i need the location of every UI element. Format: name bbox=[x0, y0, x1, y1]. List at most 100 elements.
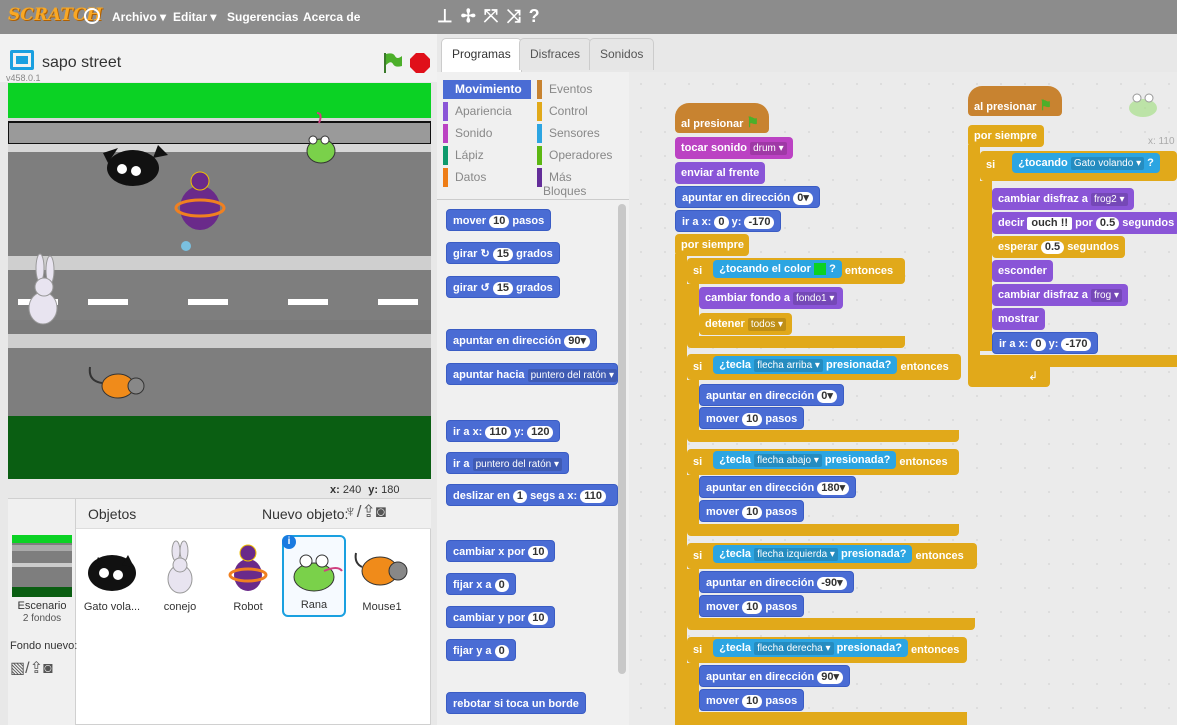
block-goto[interactable]: ir a puntero del ratón ▾ bbox=[446, 452, 569, 474]
category-movimiento[interactable]: Movimiento bbox=[443, 80, 531, 99]
block-goto-xy[interactable]: ir a x: 0 y: -170 bbox=[992, 332, 1099, 354]
category-datos[interactable]: Datos bbox=[443, 168, 531, 187]
block-wait[interactable]: esperar 0.5 segundos bbox=[992, 236, 1126, 258]
block-show[interactable]: mostrar bbox=[992, 308, 1045, 330]
block-move[interactable]: mover 10 pasos bbox=[699, 689, 805, 711]
globe-icon[interactable] bbox=[84, 8, 100, 24]
block-move[interactable]: mover 10 pasos bbox=[699, 595, 805, 617]
x-label: x: bbox=[330, 484, 340, 496]
new-sprite-tools: ♆/⇪◙ bbox=[344, 502, 386, 522]
block-point-direction[interactable]: apuntar en dirección -90▾ bbox=[699, 571, 854, 593]
block-bounce[interactable]: rebotar si toca un borde bbox=[446, 692, 586, 714]
block-change-x[interactable]: cambiar x por 10 bbox=[446, 540, 556, 562]
block-set-y[interactable]: fijar y a 0 bbox=[446, 639, 516, 661]
shrink-icon[interactable]: ⤨ bbox=[506, 6, 528, 26]
block-if-key-left[interactable]: si ¿tecla flecha izquierda ▾ presionada?… bbox=[687, 543, 977, 569]
block-switch-costume[interactable]: cambiar disfraz a frog ▾ bbox=[992, 284, 1128, 306]
block-point-direction[interactable]: apuntar en dirección 90▾ bbox=[446, 329, 598, 351]
category-lapiz[interactable]: Lápiz bbox=[443, 146, 531, 165]
block-point-towards[interactable]: apuntar hacia puntero del ratón ▾ bbox=[446, 363, 618, 385]
menu-acerca[interactable]: Acerca de bbox=[303, 10, 360, 24]
sprites-title: Objetos bbox=[88, 506, 137, 522]
touching-condition[interactable]: ¿tocando Gato volando ▾ ? bbox=[1012, 153, 1160, 173]
block-say-for-secs[interactable]: decir ouch !! por 0.5 segundos bbox=[992, 212, 1177, 234]
block-if-key-down[interactable]: si ¿tecla flecha abajo ▾ presionada? ent… bbox=[687, 449, 959, 475]
key-pressed-condition[interactable]: ¿tecla flecha abajo ▾ presionada? bbox=[713, 451, 897, 469]
block-switch-costume[interactable]: cambiar disfraz a frog2 ▾ bbox=[992, 188, 1134, 210]
sprite-tile-mouse[interactable]: Mouse1 bbox=[350, 535, 414, 617]
menu-editar[interactable]: Editar ▾ bbox=[173, 10, 216, 24]
category-operadores[interactable]: Operadores bbox=[537, 146, 623, 165]
block-goto-xy[interactable]: ir a x: 110 y: 120 bbox=[446, 420, 561, 442]
fullscreen-icon[interactable] bbox=[10, 50, 34, 70]
help-icon[interactable]: ? bbox=[529, 6, 548, 26]
block-set-x[interactable]: fijar x a 0 bbox=[446, 573, 516, 595]
block-if-touching-color[interactable]: si ¿tocando el color ? entonces bbox=[687, 258, 905, 284]
project-title[interactable]: sapo street bbox=[42, 54, 121, 72]
block-go-to-front[interactable]: enviar al frente bbox=[675, 162, 766, 184]
sprite-tile-gato[interactable]: Gato vola... bbox=[80, 535, 144, 617]
paint-backdrop-icon[interactable]: ▧ bbox=[10, 660, 25, 677]
category-sonido[interactable]: Sonido bbox=[443, 124, 531, 143]
key-pressed-condition[interactable]: ¿tecla flecha izquierda ▾ presionada? bbox=[713, 545, 913, 563]
category-selector: Movimiento Apariencia Sonido Lápiz Datos… bbox=[443, 80, 623, 198]
block-glide[interactable]: deslizar en 1 segs a x: 110 bbox=[446, 484, 618, 506]
tab-programas[interactable]: Programas bbox=[441, 38, 522, 72]
stage-thumbnail[interactable] bbox=[12, 535, 72, 597]
touching-color-condition[interactable]: ¿tocando el color ? bbox=[713, 260, 842, 278]
if-foot bbox=[687, 618, 975, 630]
category-sensores[interactable]: Sensores bbox=[537, 124, 623, 143]
block-stop[interactable]: detener todos ▾ bbox=[699, 313, 793, 335]
key-pressed-condition[interactable]: ¿tecla flecha arriba ▾ presionada? bbox=[713, 356, 898, 374]
block-point-direction[interactable]: apuntar en dirección 90▾ bbox=[699, 665, 851, 687]
block-goto-xy[interactable]: ir a x: 0 y: -170 bbox=[675, 210, 782, 232]
toolbar-icons: ⊥✢⤧⤨? bbox=[437, 6, 548, 27]
menu-sugerencias[interactable]: Sugerencias bbox=[227, 10, 298, 24]
block-move[interactable]: mover 10 pasos bbox=[446, 209, 552, 231]
menu-archivo[interactable]: Archivo ▾ bbox=[112, 10, 166, 24]
sprite-tile-conejo[interactable]: conejo bbox=[148, 535, 212, 617]
stage-canvas[interactable] bbox=[8, 83, 431, 479]
block-turn-right[interactable]: girar ↻ 15 grados bbox=[446, 242, 560, 264]
category-control[interactable]: Control bbox=[537, 102, 623, 121]
block-play-sound[interactable]: tocar sonido drum ▾ bbox=[675, 137, 793, 159]
tab-sonidos[interactable]: Sonidos bbox=[589, 38, 655, 70]
block-move[interactable]: mover 10 pasos bbox=[699, 407, 805, 429]
duplicate-icon[interactable]: ⊥ bbox=[437, 6, 461, 26]
block-when-flag-clicked[interactable]: al presionar ⚑ bbox=[675, 103, 769, 133]
block-if-touching[interactable]: si ¿tocando Gato volando ▾ ? bbox=[980, 151, 1177, 181]
block-if-key-right[interactable]: si ¿tecla flecha derecha ▾ presionada? e… bbox=[687, 637, 967, 663]
camera-sprite-icon[interactable]: ◙ bbox=[376, 502, 386, 521]
category-label: Datos bbox=[455, 170, 487, 184]
key-pressed-condition[interactable]: ¿tecla flecha derecha ▾ presionada? bbox=[713, 639, 908, 657]
sprite-tile-rana[interactable]: i Rana bbox=[282, 535, 346, 617]
block-if-key-up[interactable]: si ¿tecla flecha arriba ▾ presionada? en… bbox=[687, 354, 961, 380]
block-hide[interactable]: esconder bbox=[992, 260, 1053, 282]
block-point-direction[interactable]: apuntar en dirección 0▾ bbox=[699, 384, 844, 406]
delete-icon[interactable]: ✢ bbox=[461, 6, 484, 26]
upload-backdrop-icon[interactable]: ⇪ bbox=[30, 660, 43, 677]
grow-icon[interactable]: ⤧ bbox=[484, 6, 506, 26]
info-icon[interactable]: i bbox=[282, 535, 296, 549]
block-when-flag-clicked[interactable]: al presionar ⚑ bbox=[968, 86, 1062, 116]
block-forever[interactable]: por siempre bbox=[968, 125, 1044, 147]
block-change-y[interactable]: cambiar y por 10 bbox=[446, 606, 556, 628]
block-turn-left[interactable]: girar ↺ 15 grados bbox=[446, 276, 560, 298]
tab-disfraces[interactable]: Disfraces bbox=[519, 38, 592, 70]
loop-arrow-icon: ↲ bbox=[1028, 369, 1039, 383]
category-eventos[interactable]: Eventos bbox=[537, 80, 623, 99]
camera-backdrop-icon[interactable]: ◙ bbox=[43, 660, 53, 677]
block-forever[interactable]: por siempre bbox=[675, 234, 749, 256]
block-switch-backdrop[interactable]: cambiar fondo a fondo1 ▾ bbox=[699, 287, 844, 309]
category-mas-bloques[interactable]: Más Bloques bbox=[537, 168, 623, 198]
stop-icon[interactable] bbox=[410, 53, 430, 73]
sprite-tile-robot[interactable]: Robot bbox=[216, 535, 280, 617]
block-move[interactable]: mover 10 pasos bbox=[699, 500, 805, 522]
palette-scrollbar[interactable] bbox=[618, 204, 626, 674]
block-point-direction[interactable]: apuntar en dirección 180▾ bbox=[699, 476, 857, 498]
upload-sprite-icon[interactable]: ⇪ bbox=[361, 502, 375, 521]
block-point-direction[interactable]: apuntar en dirección 0▾ bbox=[675, 186, 820, 208]
choose-sprite-icon[interactable]: ♆ bbox=[344, 502, 357, 521]
green-flag-icon[interactable] bbox=[383, 52, 403, 74]
category-apariencia[interactable]: Apariencia bbox=[443, 102, 531, 121]
